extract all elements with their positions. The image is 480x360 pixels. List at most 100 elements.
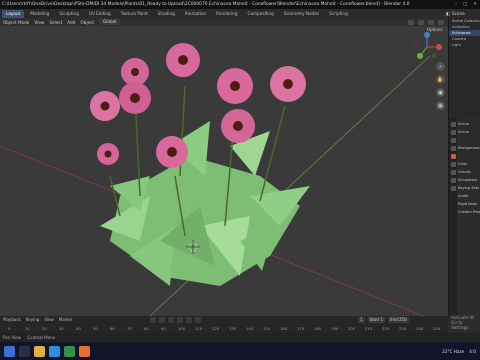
render-tab-icon[interactable] [450, 130, 456, 135]
scene-tab-icon[interactable] [450, 154, 456, 159]
ruler-tick-label: 180 [314, 326, 322, 331]
ruler-tick-label: 140 [246, 326, 254, 331]
current-frame-field[interactable]: 1 [358, 317, 365, 323]
activate-windows-watermark: Activate W Go to Settings [448, 316, 480, 333]
tray-clock[interactable]: 4:0 [469, 349, 476, 354]
jump-end-button[interactable] [195, 317, 201, 323]
world-tab-icon[interactable] [450, 162, 456, 167]
scene-icon: ◧ [446, 11, 450, 16]
rendered-shading-button[interactable] [438, 19, 444, 25]
prop-row[interactable]: Gravity [458, 168, 480, 176]
prop-row[interactable]: Rigid Body [458, 200, 480, 208]
ruler-tick-label: 220 [382, 326, 390, 331]
ruler-tick-label: 210 [365, 326, 373, 331]
wireframe-shading-button[interactable] [408, 19, 414, 25]
tab-scripting[interactable]: Scripting [325, 10, 352, 18]
playback-controls [150, 317, 201, 323]
tab-rendering[interactable]: Rendering [212, 10, 241, 18]
viewport-nav-tools: ⌕ ✋ ▣ ▦ [436, 62, 445, 110]
menu-select[interactable]: Select [49, 20, 62, 25]
navigation-gizmo[interactable] [412, 32, 442, 62]
tab-modeling[interactable]: Modeling [26, 10, 53, 18]
output-tab-icon[interactable] [450, 138, 456, 143]
ruler-tick-label: 230 [399, 326, 407, 331]
camera-view-icon[interactable]: ▣ [436, 88, 445, 97]
tab-shading[interactable]: Shading [154, 10, 179, 18]
next-key-button[interactable] [186, 317, 192, 323]
activate-line-2: Go to Settings [451, 321, 469, 331]
start-frame-field[interactable]: Start 1 [367, 317, 386, 323]
menu-keying[interactable]: Keying [26, 317, 39, 322]
prev-key-button[interactable] [159, 317, 165, 323]
object-tab-icon[interactable] [450, 170, 456, 175]
os-taskbar [0, 342, 480, 360]
search-icon[interactable] [19, 345, 30, 357]
material-shading-button[interactable] [428, 19, 434, 25]
ruler-tick-label: 0 [8, 326, 11, 331]
ortho-grid-icon[interactable]: ▦ [436, 101, 445, 110]
tab-animation[interactable]: Animation [181, 10, 210, 18]
end-frame-field[interactable]: End 250 [388, 317, 409, 323]
tab-sculpting[interactable]: Sculpting [55, 10, 83, 18]
play-reverse-button[interactable] [168, 317, 174, 323]
prop-row[interactable]: Custom Props [458, 208, 480, 216]
properties-tabs [449, 118, 457, 316]
edge-browser-icon[interactable] [49, 345, 60, 357]
tab-texture-paint[interactable]: Texture Paint [117, 10, 152, 18]
timeline-ruler[interactable]: 0 10 20 30 40 50 60 70 80 90 100 110 120 130 140 150 160… [0, 325, 448, 333]
prop-row[interactable]: Units [458, 160, 480, 168]
system-tray: 22°C Haze 4:0 [442, 342, 476, 360]
ruler-tick-label: 150 [263, 326, 271, 331]
prop-row[interactable]: Background [458, 144, 480, 152]
prop-row [458, 152, 480, 160]
ruler-tick-label: 110 [195, 326, 203, 331]
tab-geometry-nodes[interactable]: Geometry Nodes [280, 10, 323, 18]
frame-fields: 1 Start 1 End 250 [358, 317, 409, 323]
prop-row[interactable]: Scene [458, 128, 480, 136]
mode-selector[interactable]: Object Mode [3, 20, 29, 25]
view-layer-tab-icon[interactable] [450, 146, 456, 151]
prop-row [458, 136, 480, 144]
prop-row[interactable]: Audio [458, 192, 480, 200]
menu-view[interactable]: View [44, 317, 54, 322]
file-explorer-icon[interactable] [34, 345, 45, 357]
prop-row[interactable]: Simulation [458, 176, 480, 184]
tab-compositing[interactable]: Compositing [244, 10, 278, 18]
orientation-dropdown[interactable]: Global [99, 19, 121, 25]
status-bar: Pan View Context Menu [0, 333, 480, 342]
ruler-tick-label: 100 [178, 326, 186, 331]
menu-view[interactable]: View [34, 20, 44, 25]
pan-hand-icon[interactable]: ✋ [436, 75, 445, 84]
menu-marker[interactable]: Marker [59, 317, 73, 322]
play-button[interactable] [177, 317, 183, 323]
material-tab-icon[interactable] [450, 186, 456, 191]
modifier-tab-icon[interactable] [450, 178, 456, 183]
menu-playback[interactable]: Playback [3, 317, 21, 322]
blender-icon[interactable] [79, 345, 90, 357]
minimize-button[interactable]: – [455, 0, 457, 9]
solid-shading-button[interactable] [418, 19, 424, 25]
viewport-header: Object Mode View Select Add Object Globa… [0, 18, 448, 26]
start-icon[interactable] [4, 345, 15, 357]
weather-widget[interactable]: 22°C Haze [442, 349, 464, 354]
scene-label: Scene [451, 11, 465, 16]
outliner-panel: Scene Collection Collection Echinacea Ca… [448, 18, 480, 118]
menu-object[interactable]: Object [80, 20, 94, 25]
menu-add[interactable]: Add [67, 20, 75, 25]
outliner-row[interactable]: Light [449, 42, 480, 48]
status-pan: Pan View [3, 335, 21, 340]
prop-row[interactable]: Keying Sets [458, 184, 480, 192]
close-button[interactable]: ✕ [473, 0, 477, 9]
ruler-tick-label: 30 [59, 326, 64, 331]
tab-uv-editing[interactable]: UV Editing [85, 10, 115, 18]
3d-viewport[interactable] [0, 26, 448, 316]
maximize-button[interactable]: □ [463, 0, 467, 9]
jump-start-button[interactable] [150, 317, 156, 323]
tab-layout[interactable]: Layout [2, 9, 25, 18]
tool-tab-icon[interactable] [450, 122, 456, 127]
scene-selector[interactable]: ◧ Scene [444, 9, 480, 18]
chrome-browser-icon[interactable] [64, 345, 75, 357]
zoom-magnify-icon[interactable]: ⌕ [436, 62, 445, 71]
workspace-tabs: Layout Modeling Sculpting UV Editing Tex… [0, 9, 480, 18]
prop-row: Scene [458, 122, 469, 126]
